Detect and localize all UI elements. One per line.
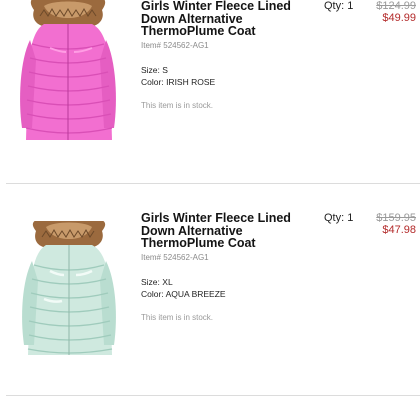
quantity[interactable]: Qty: 1 [324, 0, 353, 12]
size-label: Size: [141, 65, 160, 75]
qty-value: 1 [347, 212, 354, 224]
quantity[interactable]: Qty: 1 [324, 212, 353, 224]
item-sku: Item# 524562-AG1 [141, 41, 209, 50]
size-attr: Size: S [141, 65, 168, 75]
color-attr: Color: AQUA BREEZE [141, 289, 226, 299]
item-divider [6, 183, 420, 184]
sku-value: 524562-AG1 [163, 41, 209, 50]
color-label: Color: [141, 77, 164, 87]
cart-item: Girls Winter Fleece Lined Down Alternati… [0, 185, 420, 397]
item-sku: Item# 524562-AG1 [141, 253, 209, 262]
qty-label: Qty: [324, 212, 345, 224]
color-value: IRISH ROSE [166, 77, 216, 87]
stock-status: This item is in stock. [141, 101, 214, 110]
original-price: $124.99 [376, 0, 416, 12]
color-label: Color: [141, 289, 164, 299]
product-image-aqua-coat[interactable] [14, 221, 122, 361]
product-title[interactable]: Girls Winter Fleece Lined Down Alternati… [141, 0, 321, 38]
sku-label: Item# [141, 41, 162, 50]
size-value: S [162, 65, 168, 75]
size-label: Size: [141, 277, 160, 287]
stock-status: This item is in stock. [141, 313, 214, 322]
sku-value: 524562-AG1 [163, 253, 209, 262]
item-divider [6, 395, 420, 396]
sale-price: $49.99 [382, 12, 416, 24]
qty-label: Qty: [324, 0, 345, 12]
product-image-pink-coat[interactable] [14, 0, 122, 150]
size-value: XL [162, 277, 173, 287]
qty-value: 1 [347, 0, 354, 12]
product-title[interactable]: Girls Winter Fleece Lined Down Alternati… [141, 212, 321, 250]
color-attr: Color: IRISH ROSE [141, 77, 215, 87]
cart-item: Girls Winter Fleece Lined Down Alternati… [0, 0, 420, 184]
color-value: AQUA BREEZE [165, 289, 226, 299]
sku-label: Item# [141, 253, 162, 262]
sale-price: $47.98 [382, 224, 416, 236]
original-price: $159.95 [376, 212, 416, 224]
size-attr: Size: XL [141, 277, 173, 287]
